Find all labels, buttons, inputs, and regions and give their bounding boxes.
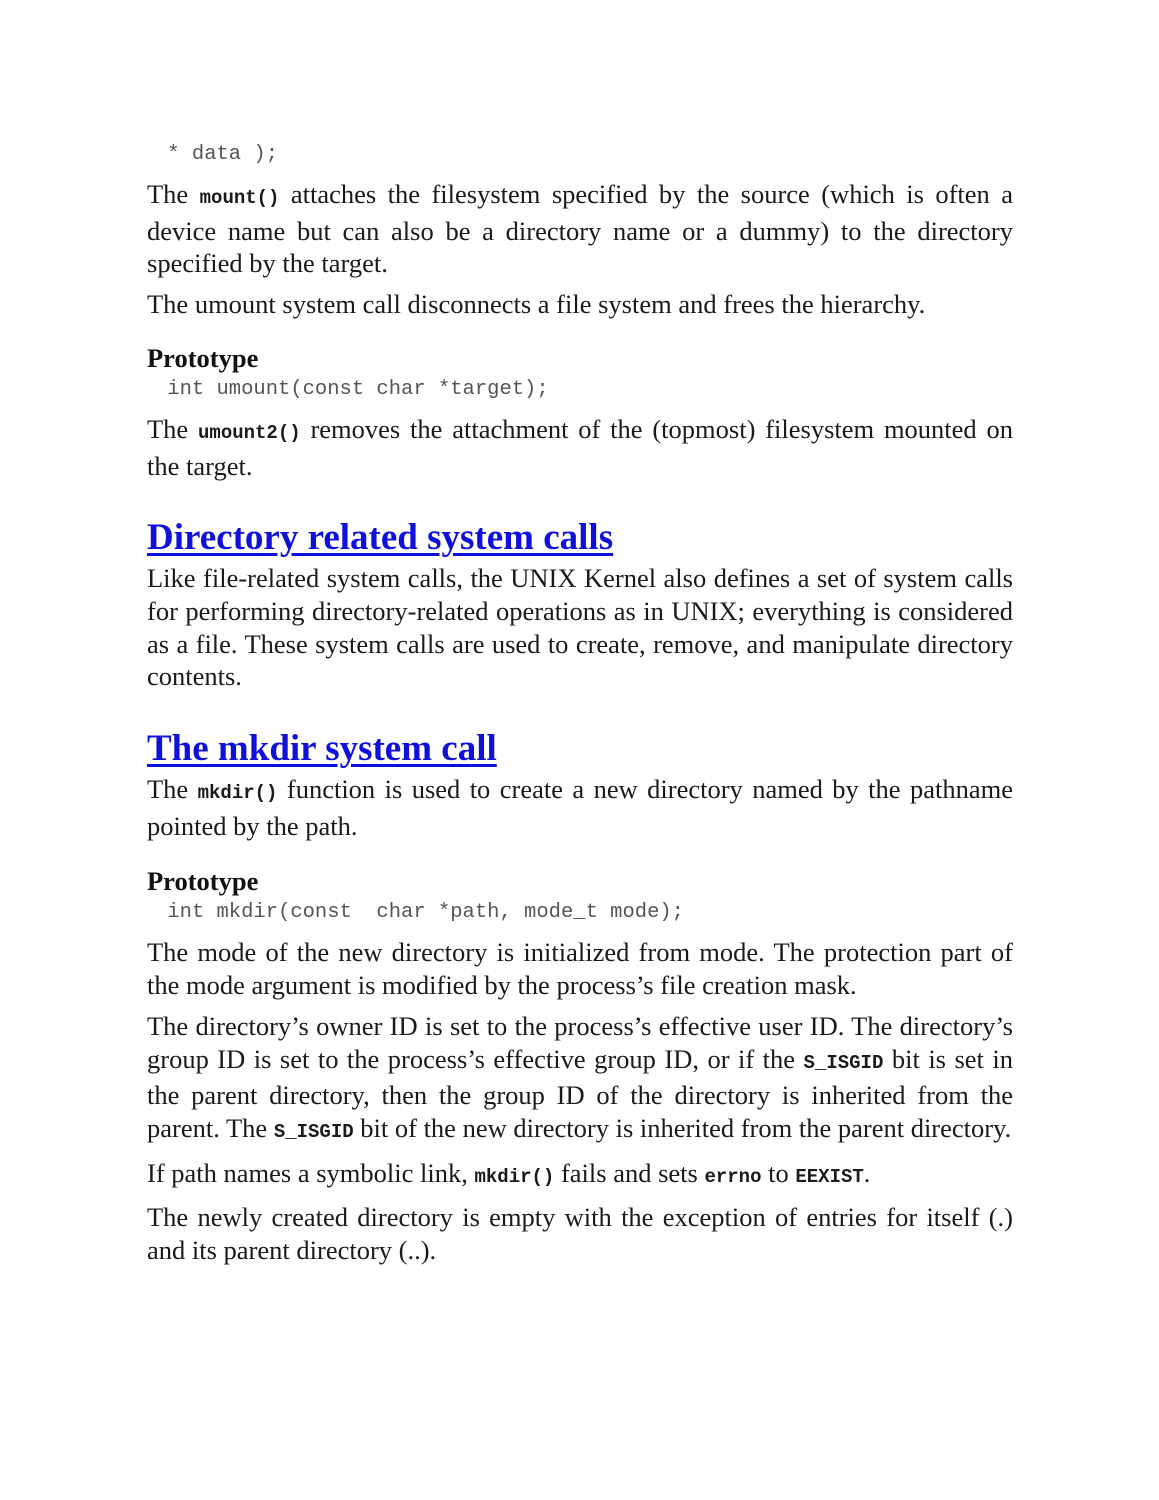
text: The [147, 179, 200, 209]
inline-code-umount2: umount2() [198, 421, 301, 444]
inline-code-mkdir: mkdir() [474, 1165, 555, 1188]
paragraph-symlink: If path names a symbolic link, mkdir() f… [147, 1157, 1013, 1194]
text: If path names a symbolic link, [147, 1157, 475, 1188]
paragraph-mkdir-intro: The mkdir() function is used to create a… [147, 773, 1013, 842]
inline-code-mount: mount() [199, 187, 280, 209]
inline-code-s-isgid: S_ISGID [803, 1051, 884, 1074]
paragraph-directory-intro: Like file-related system calls, the UNIX… [147, 563, 1013, 692]
section-heading-directory-calls: Directory related system calls [147, 516, 1013, 560]
text: to [761, 1157, 796, 1188]
paragraph-owner-group: The directory’s owner ID is set to the p… [147, 1010, 1013, 1149]
paragraph-mode: The mode of the new directory is initial… [147, 937, 1013, 1001]
text: fails and sets [554, 1157, 705, 1188]
code-umount-prototype: int umount(const char *target); [155, 377, 549, 401]
text: The [147, 413, 199, 444]
paragraph-umount: The umount system call disconnects a fil… [147, 289, 926, 320]
text: bit of the new directory is inherited fr… [353, 1112, 1012, 1143]
inline-code-mkdir: mkdir() [197, 782, 278, 805]
prototype-heading: Prototype [147, 342, 259, 373]
section-heading-mkdir: The mkdir system call [147, 727, 1013, 771]
text: The [147, 774, 198, 805]
code-fragment-mount-tail: * data ); [155, 143, 279, 166]
inline-code-s-isgid: S_ISGID [273, 1120, 354, 1143]
paragraph-mount: The mount() attaches the filesystem spec… [147, 178, 1013, 280]
document-page: * data ); The mount() attaches the files… [147, 140, 1013, 1267]
code-mkdir-prototype: int mkdir(const char *path, mode_t mode)… [155, 901, 684, 925]
inline-code-eexist: EEXIST [795, 1165, 864, 1188]
section-link-directory-calls[interactable]: Directory related system calls [147, 517, 613, 558]
prototype-heading: Prototype [147, 866, 259, 897]
paragraph-empty-directory: The newly created directory is empty wit… [147, 1202, 1013, 1266]
text: function is used to create a new directo… [147, 774, 1013, 841]
inline-code-errno: errno [704, 1165, 762, 1188]
section-link-mkdir[interactable]: The mkdir system call [147, 728, 497, 769]
text: . [863, 1157, 871, 1188]
paragraph-umount2: The umount2() removes the attachment of … [147, 413, 1013, 482]
